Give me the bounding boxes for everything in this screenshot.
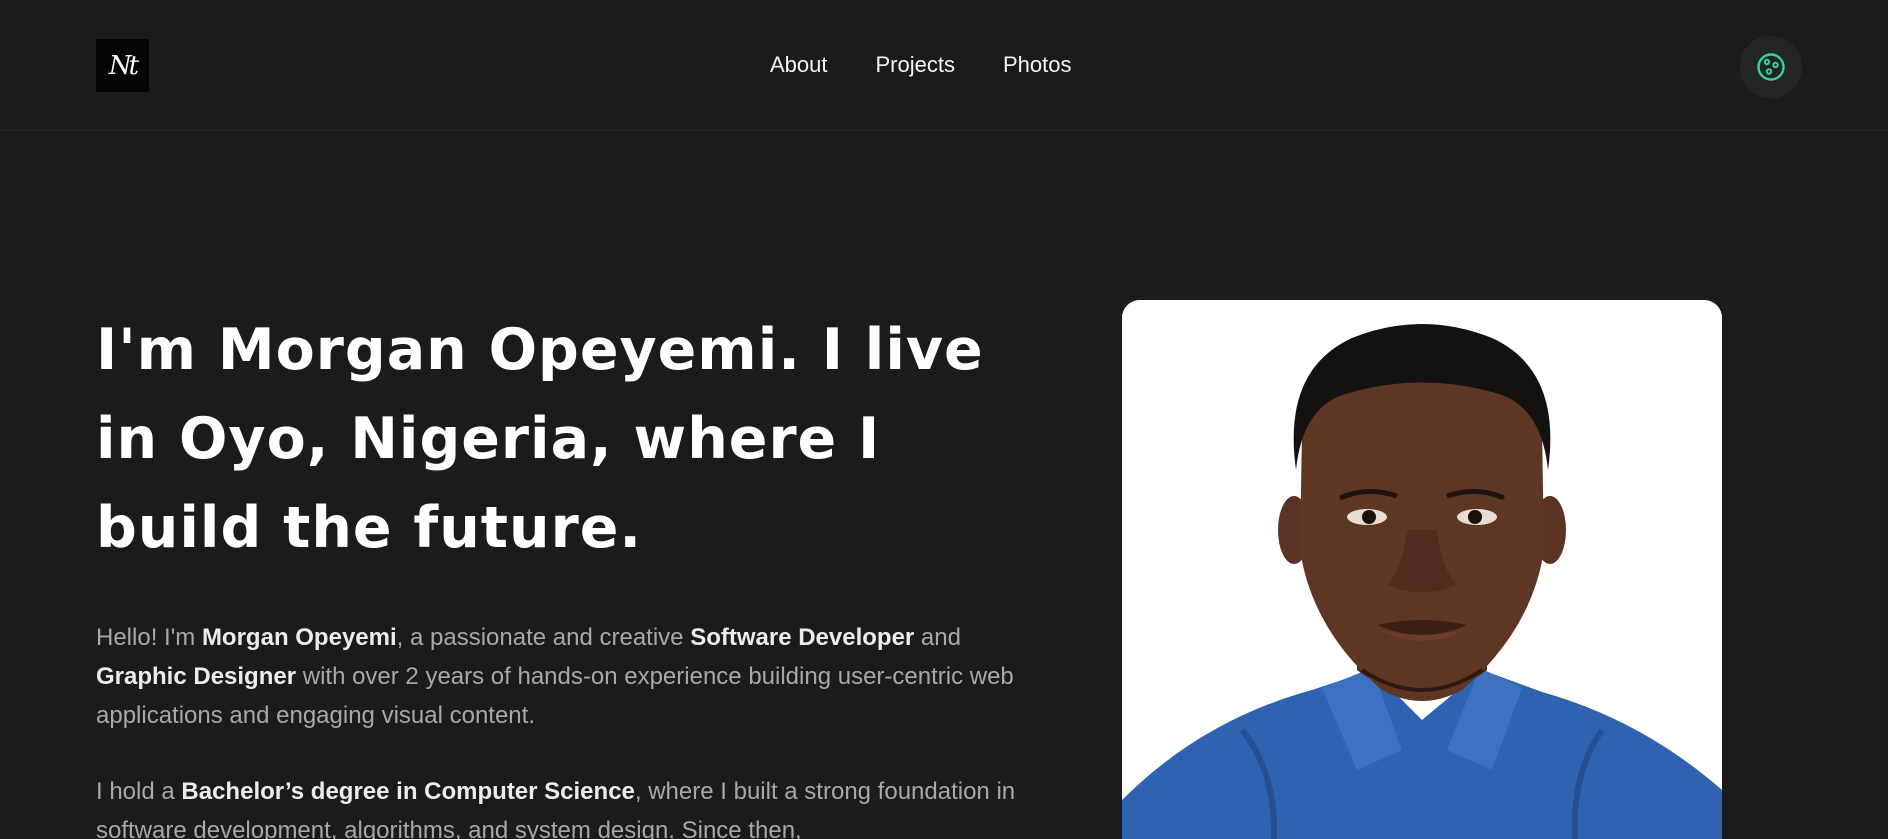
theme-toggle-button[interactable] (1740, 36, 1802, 98)
site-logo[interactable]: Nt (96, 39, 149, 92)
nav-projects[interactable]: Projects (876, 52, 955, 78)
intro-paragraph: Hello! I'm Morgan Opeyemi, a passionate … (96, 624, 1014, 729)
portrait-photo (1122, 300, 1722, 839)
logo-text: Nt (108, 50, 139, 81)
palette-icon (1757, 53, 1785, 81)
hero-title: I'm Morgan Opeyemi. I live in Oyo, Niger… (96, 317, 984, 561)
nav-about[interactable]: About (770, 52, 828, 78)
education-paragraph: I hold a Bachelor’s degree in Computer S… (96, 778, 1016, 839)
site-header: Nt About Projects Photos (0, 0, 1888, 131)
nav-photos[interactable]: Photos (1003, 52, 1072, 78)
main-nav: About Projects Photos (770, 52, 1071, 78)
